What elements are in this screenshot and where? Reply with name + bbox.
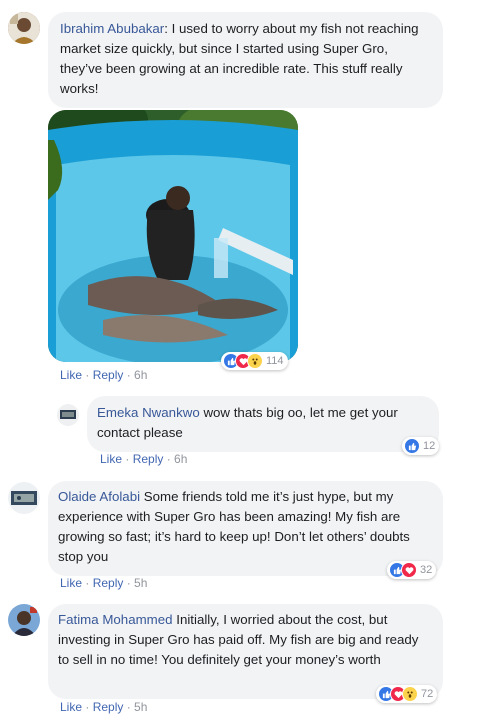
comment-bubble: Ibrahim Abubakar: I used to worry about …: [48, 12, 443, 108]
comment-bubble: Emeka Nwankwo wow thats big oo, let me g…: [87, 396, 439, 452]
comment-author[interactable]: Fatima Mohammed: [58, 612, 173, 627]
avatar[interactable]: [8, 482, 40, 514]
reaction-summary[interactable]: 32: [387, 561, 437, 579]
separator: ·: [82, 576, 93, 590]
separator: ·: [123, 700, 135, 714]
avatar[interactable]: [8, 12, 40, 44]
separator: ·: [82, 700, 93, 714]
comment-photo[interactable]: [48, 110, 298, 362]
separator: ·: [123, 368, 135, 382]
reaction-count: 12: [423, 440, 436, 452]
reply-link[interactable]: Reply: [133, 452, 164, 466]
comment-time[interactable]: 6h: [134, 368, 147, 382]
avatar[interactable]: [57, 404, 79, 426]
comment-author[interactable]: Olaide Afolabi: [58, 489, 140, 504]
separator: ·: [163, 452, 175, 466]
love-icon: [401, 562, 417, 578]
avatar-photo: [8, 482, 40, 514]
fish-tank-photo: [48, 110, 298, 362]
avatar-photo: [8, 604, 40, 636]
comment-actions: Like · Reply · 6h: [60, 368, 147, 382]
comment-actions: Like · Reply · 5h: [60, 576, 147, 590]
like-link[interactable]: Like: [60, 576, 82, 590]
reply-link[interactable]: Reply: [93, 700, 124, 714]
avatar[interactable]: [8, 604, 40, 636]
reaction-summary[interactable]: 72: [376, 685, 438, 703]
separator: ·: [123, 576, 135, 590]
separator: ·: [82, 368, 93, 382]
comment-actions: Like · Reply · 6h: [100, 452, 187, 466]
like-link[interactable]: Like: [100, 452, 122, 466]
separator: ·: [122, 452, 133, 466]
avatar-photo: [57, 404, 79, 426]
comment-author[interactable]: Emeka Nwankwo: [97, 405, 200, 420]
reaction-summary[interactable]: 12: [402, 437, 440, 455]
reaction-count: 114: [266, 355, 284, 367]
avatar-photo: [8, 12, 40, 44]
reaction-summary[interactable]: 114: [221, 352, 288, 370]
reaction-count: 32: [420, 564, 433, 576]
like-icon: [404, 438, 420, 454]
comment-bubble: Olaide Afolabi Some friends told me it’s…: [48, 481, 443, 576]
comment-time[interactable]: 6h: [174, 452, 187, 466]
comment-time[interactable]: 5h: [134, 576, 147, 590]
reaction-count: 72: [421, 688, 434, 700]
comment-author[interactable]: Ibrahim Abubakar: [60, 21, 164, 36]
reply-link[interactable]: Reply: [93, 368, 124, 382]
reply-link[interactable]: Reply: [93, 576, 124, 590]
comment-actions: Like · Reply · 5h: [60, 700, 147, 714]
like-link[interactable]: Like: [60, 368, 82, 382]
wow-icon: [402, 686, 418, 702]
wow-icon: [247, 353, 263, 369]
comment-time[interactable]: 5h: [134, 700, 147, 714]
like-link[interactable]: Like: [60, 700, 82, 714]
